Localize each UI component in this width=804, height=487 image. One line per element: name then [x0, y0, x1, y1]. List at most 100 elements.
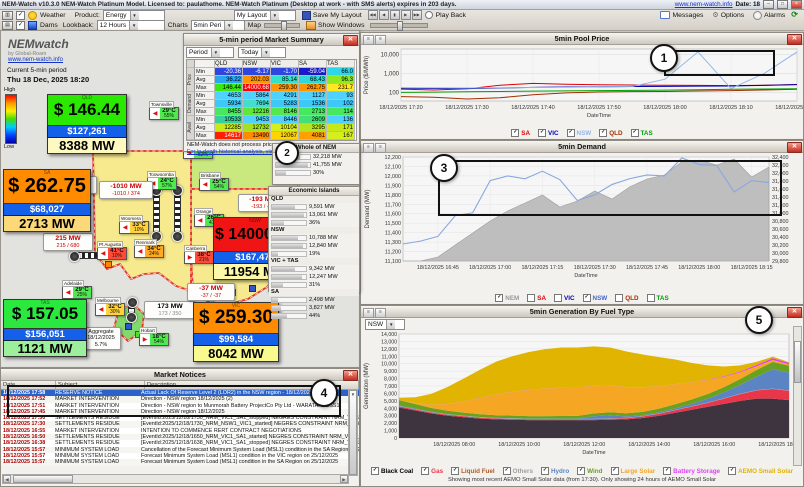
charts-select[interactable]: 5min Peri▼: [191, 20, 245, 31]
refresh-icon[interactable]: ⟳: [791, 11, 798, 19]
legend-item-wind[interactable]: ✓Wind: [577, 467, 602, 475]
legend-checkbox[interactable]: ✓: [538, 129, 546, 137]
summary-cell: 68.43: [299, 76, 327, 84]
legend-item-sa[interactable]: SA: [527, 294, 546, 302]
options-button[interactable]: ⚙Options: [709, 10, 747, 21]
maximize-button[interactable]: □: [777, 0, 788, 9]
notices-hscrollbar[interactable]: ◀▶: [2, 474, 349, 484]
metric-value: 9,342 MW: [309, 266, 335, 272]
layout2-icon[interactable]: ▤: [2, 21, 13, 30]
summary-cell: 4653: [215, 92, 243, 100]
summary-row-label: Max: [195, 132, 215, 140]
weather-station: Melbourne◀32°C30%: [95, 303, 125, 316]
generation-vscrollbar[interactable]: [793, 326, 802, 466]
legend-item-gas[interactable]: ✓Gas: [421, 467, 443, 475]
pool-close-icon[interactable]: ✕: [787, 34, 802, 45]
legend-item-nsw[interactable]: ✓NSW: [583, 294, 608, 302]
legend-checkbox[interactable]: ✓: [421, 467, 429, 475]
region-price-box-qld[interactable]: QLD$ 146.44$127,2618388 MW: [47, 94, 127, 154]
notices-title: Market Notices: [154, 370, 206, 379]
legend-checkbox[interactable]: ✓: [495, 294, 503, 302]
region-turnover: $127,261: [47, 126, 127, 138]
map-zoom-slider[interactable]: [264, 23, 300, 28]
humidity-value: 10%: [130, 228, 148, 233]
region-price-box-tas[interactable]: TAS$ 157.05$156,0511121 MW: [3, 299, 87, 357]
legend-item-qld[interactable]: QLD: [615, 294, 638, 302]
notices-close-icon[interactable]: ✕: [343, 370, 358, 381]
legend-checkbox[interactable]: [647, 294, 655, 302]
demand-close-icon[interactable]: ✕: [787, 142, 802, 153]
legend-checkbox[interactable]: ✓: [451, 467, 459, 475]
svg-text:18/12/2025 18:15: 18/12/2025 18:15: [731, 265, 773, 271]
legend-checkbox[interactable]: ✓: [728, 467, 736, 475]
legend-checkbox[interactable]: [615, 294, 623, 302]
legend-item-qld[interactable]: ✓QLD: [599, 129, 622, 137]
svg-text:11,100: 11,100: [385, 259, 401, 265]
playback-radio[interactable]: [425, 11, 433, 19]
map-site-link[interactable]: www.nem-watch.info: [8, 57, 63, 63]
legend-checkbox[interactable]: ✓: [631, 129, 639, 137]
svg-text:10,000: 10,000: [381, 53, 400, 59]
show-windows-button[interactable]: Show Windows: [303, 20, 367, 31]
legend-item-aemo-small-solar[interactable]: ✓AEMO Small Solar: [728, 467, 793, 475]
notice-row[interactable]: 18/12/2025 15:57MINIMUM SYSTEM LOADForec…: [1, 459, 359, 465]
legend-checkbox[interactable]: ✓: [599, 129, 607, 137]
legend-checkbox[interactable]: ✓: [663, 467, 671, 475]
close-button[interactable]: ×: [791, 0, 802, 9]
legend-checkbox[interactable]: ✓: [503, 467, 511, 475]
weather-station: Brisbane◀25°C54%: [199, 178, 229, 191]
legend-checkbox[interactable]: ✓: [511, 129, 519, 137]
island-name: QLD: [269, 196, 359, 203]
region-price-box-vic[interactable]: VIC$ 259.30$99,5848042 MW: [193, 302, 279, 362]
windows-slider[interactable]: [370, 23, 428, 28]
legend-item-vic[interactable]: ✓VIC: [538, 129, 559, 137]
metric-row: 2,498 MW: [269, 296, 359, 304]
pool-price-title: 5min Pool Price: [555, 34, 610, 43]
layout-icon[interactable]: ▥: [2, 11, 13, 20]
summary-range-select[interactable]: Today▼: [238, 47, 286, 58]
metric-bar: [271, 305, 307, 311]
summary-row: AvailMin10533945384462609136: [187, 116, 356, 124]
generation-region-select[interactable]: NSW▼: [365, 319, 405, 330]
messages-button[interactable]: Messages: [657, 10, 706, 21]
legend-item-sa[interactable]: ✓SA: [511, 129, 530, 137]
legend-item-black-coal[interactable]: ✓Black Coal: [371, 467, 413, 475]
summary-close-icon[interactable]: ✕: [343, 35, 358, 46]
notices-vscrollbar[interactable]: ▲▼: [348, 389, 358, 476]
titlebar-site-link[interactable]: www.nem-watch.info: [675, 1, 733, 8]
minimize-button[interactable]: –: [763, 0, 774, 9]
legend-item-nem[interactable]: ✓NEM: [495, 294, 519, 302]
alarms-button[interactable]: Alarms: [750, 10, 788, 21]
legend-checkbox[interactable]: ✓: [541, 467, 549, 475]
legend-checkbox[interactable]: [554, 294, 562, 302]
legend-item-tas[interactable]: ✓TAS: [631, 129, 653, 137]
legend-checkbox[interactable]: ✓: [577, 467, 585, 475]
metric-bar: [271, 243, 307, 249]
metric-row: 3,827 MW: [269, 304, 359, 312]
charts-label: Charts: [168, 22, 188, 29]
dams-checkbox[interactable]: ✓: [16, 21, 25, 30]
summary-period-select[interactable]: Period▼: [186, 47, 234, 58]
playback-buttons[interactable]: ◀◀◀▮▶▶▶: [368, 10, 422, 20]
legend-checkbox[interactable]: ✓: [567, 129, 575, 137]
legend-checkbox[interactable]: ✓: [583, 294, 591, 302]
legend-item-vic[interactable]: VIC: [554, 294, 575, 302]
callout-5: 5: [745, 306, 773, 334]
svg-text:12,200: 12,200: [385, 155, 402, 161]
legend-item-others[interactable]: ✓Others: [503, 467, 533, 475]
legend-item-battery-storage[interactable]: ✓Battery Storage: [663, 467, 720, 475]
weather-checkbox[interactable]: ✓: [16, 11, 25, 20]
legend-checkbox[interactable]: ✓: [611, 467, 619, 475]
region-price-box-sa[interactable]: SA$ 262.75$68,0272713 MW: [3, 169, 91, 232]
legend-item-liquid-fuel[interactable]: ✓Liquid Fuel: [451, 467, 495, 475]
legend-checkbox[interactable]: ✓: [371, 467, 379, 475]
summary-cell: 114: [327, 108, 355, 116]
legend-checkbox[interactable]: [527, 294, 535, 302]
legend-item-tas[interactable]: TAS: [647, 294, 669, 302]
generation-close-icon[interactable]: ✕: [787, 307, 802, 318]
lookback-select[interactable]: 12 Hours▼: [97, 20, 165, 31]
legend-item-nsw[interactable]: ✓NSW: [567, 129, 592, 137]
legend-item-hydro[interactable]: ✓Hydro: [541, 467, 569, 475]
legend-item-large-solar[interactable]: ✓Large Solar: [611, 467, 656, 475]
demand-title: 5min Demand: [558, 142, 606, 151]
